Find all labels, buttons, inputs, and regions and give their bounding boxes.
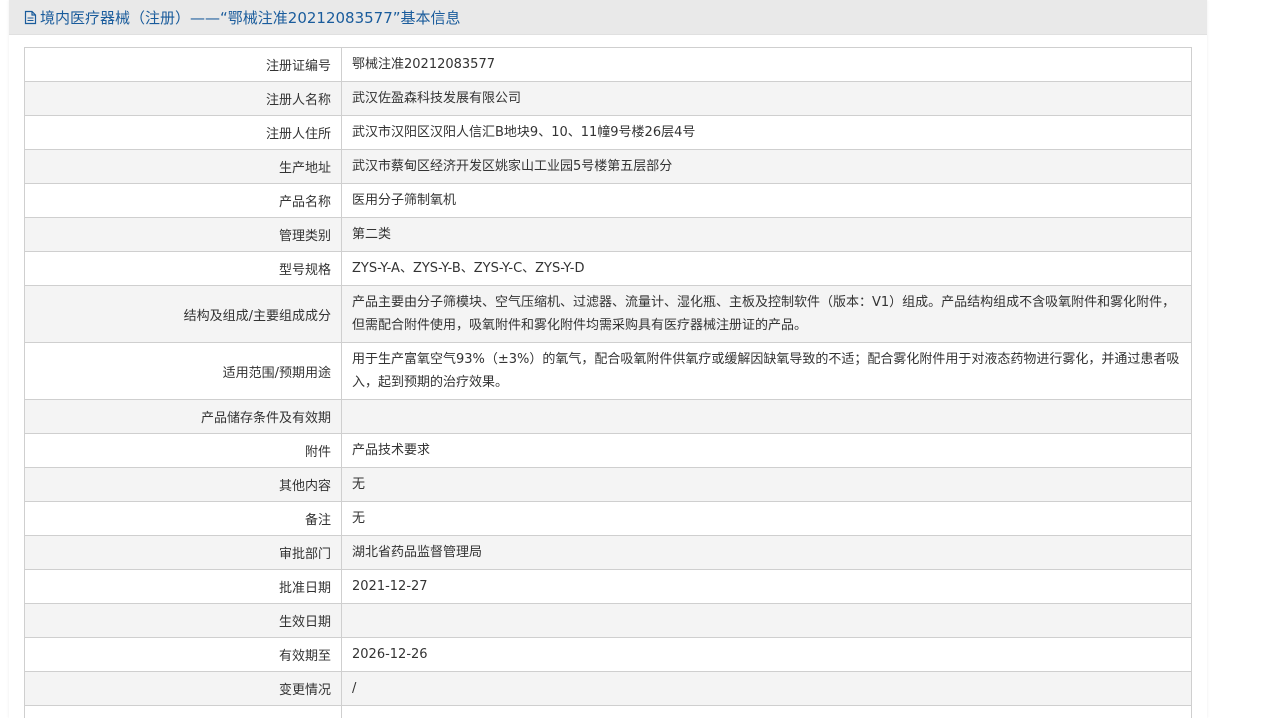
panel-header: 境内医疗器械（注册）——“鄂械注准20212083577”基本信息 — [9, 0, 1207, 35]
row-value: 第二类 — [341, 217, 1192, 252]
table-row-intended-use: 适用范围/预期用途 用于生产富氧空气93%（±3%）的氧气，配合吸氧附件供氧疗或… — [24, 342, 1192, 400]
row-label: 其他内容 — [24, 467, 342, 502]
row-label: 生效日期 — [24, 603, 342, 638]
row-label: 变更情况 — [24, 671, 342, 706]
row-value: 武汉佐盈森科技发展有限公司 — [341, 81, 1192, 116]
table-row-structure-composition: 结构及组成/主要组成成分 产品主要由分子筛模块、空气压缩机、过滤器、流量计、湿化… — [24, 285, 1192, 343]
row-label: 适用范围/预期用途 — [24, 342, 342, 400]
table-row-partial — [24, 705, 1192, 718]
row-value — [341, 705, 1192, 718]
row-label: 附件 — [24, 433, 342, 468]
row-value: 产品主要由分子筛模块、空气压缩机、过滤器、流量计、湿化瓶、主板及控制软件（版本：… — [341, 285, 1192, 343]
row-value: 用于生产富氧空气93%（±3%）的氧气，配合吸氧附件供氧疗或缓解因缺氧导致的不适… — [341, 342, 1192, 400]
table-row-other-content: 其他内容 无 — [24, 467, 1192, 502]
row-value: 湖北省药品监督管理局 — [341, 535, 1192, 570]
row-label: 注册证编号 — [24, 47, 342, 82]
row-label: 产品储存条件及有效期 — [24, 399, 342, 434]
row-label: 注册人名称 — [24, 81, 342, 116]
row-value: 产品技术要求 — [341, 433, 1192, 468]
table-row-valid-until: 有效期至 2026-12-26 — [24, 637, 1192, 672]
table-row-registration-number: 注册证编号 鄂械注准20212083577 — [24, 47, 1192, 82]
table-row-registrant-name: 注册人名称 武汉佐盈森科技发展有限公司 — [24, 81, 1192, 116]
row-value: 无 — [341, 501, 1192, 536]
row-value: 鄂械注准20212083577 — [341, 47, 1192, 82]
table-row-approval-date: 批准日期 2021-12-27 — [24, 569, 1192, 604]
row-label: 结构及组成/主要组成成分 — [24, 285, 342, 343]
table-row-product-name: 产品名称 医用分子筛制氧机 — [24, 183, 1192, 218]
table-row-management-category: 管理类别 第二类 — [24, 217, 1192, 252]
document-icon — [24, 10, 37, 24]
table-row-registrant-address: 注册人住所 武汉市汉阳区汉阳人信汇B地块9、10、11幢9号楼26层4号 — [24, 115, 1192, 150]
row-label: 有效期至 — [24, 637, 342, 672]
row-value: 武汉市汉阳区汉阳人信汇B地块9、10、11幢9号楼26层4号 — [341, 115, 1192, 150]
row-label: 审批部门 — [24, 535, 342, 570]
row-value: 无 — [341, 467, 1192, 502]
row-label: 型号规格 — [24, 251, 342, 286]
row-label: 备注 — [24, 501, 342, 536]
row-value: / — [341, 671, 1192, 706]
table-row-storage-conditions: 产品储存条件及有效期 — [24, 399, 1192, 434]
row-value — [341, 399, 1192, 434]
table-row-attachment: 附件 产品技术要求 — [24, 433, 1192, 468]
row-value: 2021-12-27 — [341, 569, 1192, 604]
detail-panel: 境内医疗器械（注册）——“鄂械注准20212083577”基本信息 注册证编号 … — [9, 0, 1207, 718]
row-value — [341, 603, 1192, 638]
row-value: 2026-12-26 — [341, 637, 1192, 672]
row-value: 武汉市蔡甸区经济开发区姚家山工业园5号楼第五层部分 — [341, 149, 1192, 184]
row-label: 管理类别 — [24, 217, 342, 252]
row-label — [24, 705, 342, 718]
table-row-remarks: 备注 无 — [24, 501, 1192, 536]
table-row-model-spec: 型号规格 ZYS-Y-A、ZYS-Y-B、ZYS-Y-C、ZYS-Y-D — [24, 251, 1192, 286]
table-row-change-status: 变更情况 / — [24, 671, 1192, 706]
row-label: 生产地址 — [24, 149, 342, 184]
row-value: 医用分子筛制氧机 — [341, 183, 1192, 218]
table-row-effective-date: 生效日期 — [24, 603, 1192, 638]
table-row-production-address: 生产地址 武汉市蔡甸区经济开发区姚家山工业园5号楼第五层部分 — [24, 149, 1192, 184]
row-label: 产品名称 — [24, 183, 342, 218]
row-label: 批准日期 — [24, 569, 342, 604]
table-row-approval-department: 审批部门 湖北省药品监督管理局 — [24, 535, 1192, 570]
page-title: 境内医疗器械（注册）——“鄂械注准20212083577”基本信息 — [40, 8, 461, 27]
row-label: 注册人住所 — [24, 115, 342, 150]
info-table: 注册证编号 鄂械注准20212083577 注册人名称 武汉佐盈森科技发展有限公… — [24, 47, 1192, 718]
row-value: ZYS-Y-A、ZYS-Y-B、ZYS-Y-C、ZYS-Y-D — [341, 251, 1192, 286]
